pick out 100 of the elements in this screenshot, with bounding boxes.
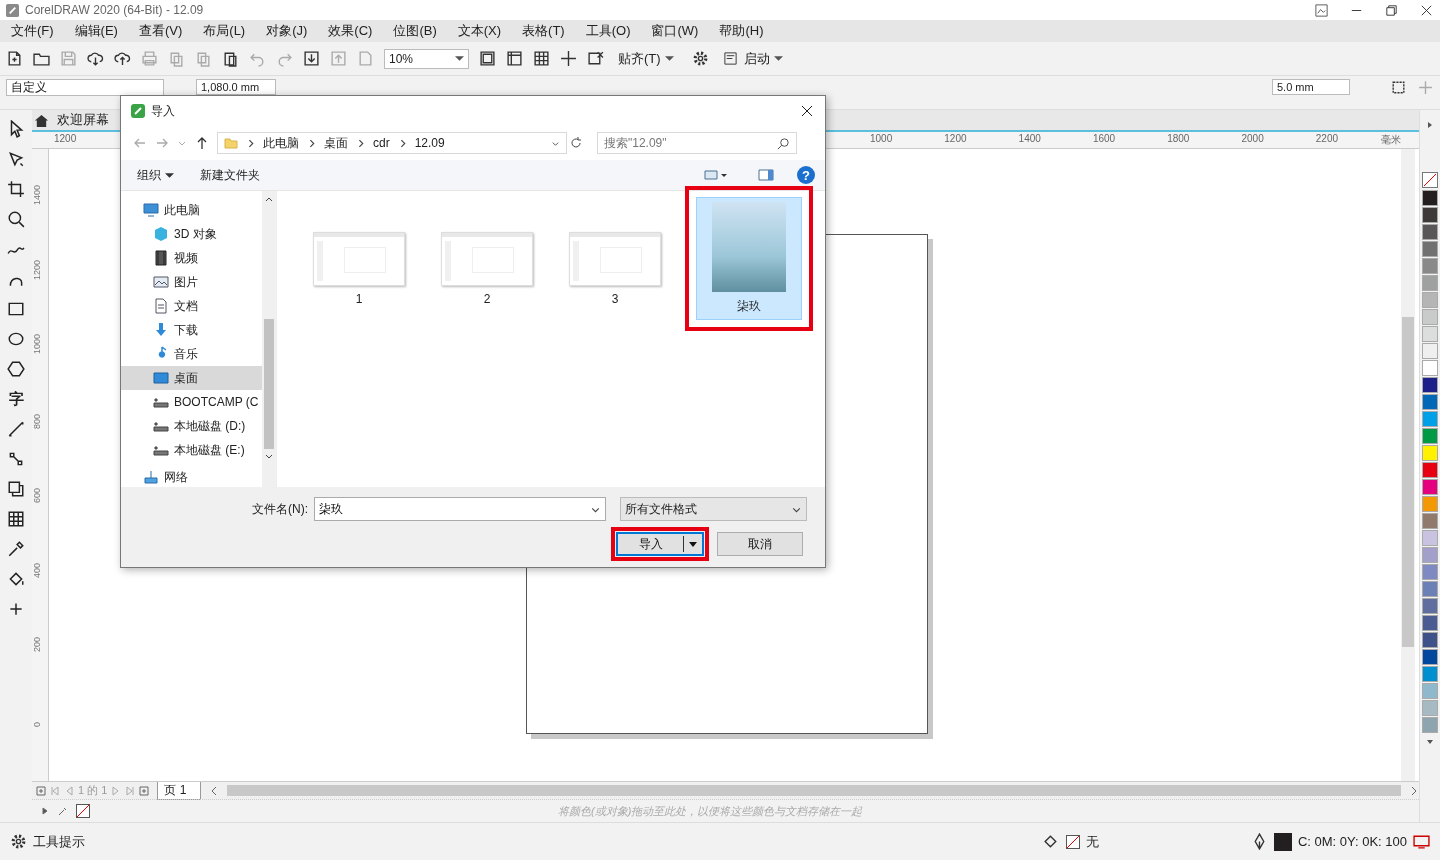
add-page-icon[interactable] — [139, 785, 150, 796]
help-button[interactable]: ? — [797, 166, 815, 184]
vertical-scrollbar[interactable] — [1401, 149, 1415, 781]
text-tool[interactable]: 字 — [8, 390, 24, 408]
close-icon[interactable] — [801, 105, 813, 117]
caret-icon[interactable] — [165, 170, 174, 180]
checker-icon[interactable] — [7, 510, 25, 528]
path-segment[interactable]: cdr — [373, 136, 390, 150]
menu-item[interactable]: 文本(X) — [452, 22, 512, 40]
color-swatch[interactable] — [1422, 275, 1438, 291]
shadow-icon[interactable] — [7, 480, 25, 498]
caret-icon[interactable] — [455, 54, 464, 63]
computer-icon[interactable] — [143, 202, 159, 218]
guidelines-icon[interactable] — [560, 50, 577, 67]
color-swatch[interactable] — [1422, 530, 1438, 546]
color-swatch[interactable] — [1422, 649, 1438, 665]
width-field[interactable]: 1,080.0 mm — [196, 79, 276, 95]
search-field[interactable]: 搜索"12.09" — [597, 132, 797, 154]
nav-item[interactable]: 文档 — [121, 294, 262, 318]
import-icon[interactable] — [303, 50, 320, 67]
horizontal-scrollbar[interactable] — [227, 785, 1401, 796]
color-swatch[interactable] — [1422, 598, 1438, 614]
color-swatch[interactable] — [1422, 445, 1438, 461]
restore-icon[interactable] — [1384, 2, 1399, 18]
menu-item[interactable]: 编辑(E) — [69, 22, 128, 40]
color-swatch[interactable] — [1422, 513, 1438, 529]
color-swatch[interactable] — [1422, 428, 1438, 444]
chevron-right-icon[interactable] — [356, 138, 365, 148]
paste-icon[interactable] — [222, 50, 239, 67]
color-swatch[interactable] — [1422, 717, 1438, 733]
new-folder-button[interactable]: 新建文件夹 — [196, 164, 264, 186]
path-segment[interactable]: 此电脑 — [263, 134, 299, 152]
tool-hints-label[interactable]: 工具提示 — [33, 832, 85, 851]
home-icon[interactable] — [34, 112, 49, 128]
color-swatch[interactable] — [1422, 700, 1438, 716]
nav-item[interactable]: 视频 — [121, 246, 262, 270]
settings-icon[interactable] — [691, 50, 709, 67]
menu-item[interactable]: 表格(T) — [517, 22, 575, 40]
network-icon[interactable] — [143, 469, 159, 485]
new-document-icon[interactable] — [6, 50, 23, 67]
no-color-swatch-icon[interactable] — [76, 804, 90, 818]
color-swatch[interactable] — [1422, 241, 1438, 257]
nav-item[interactable]: 本地磁盘 (D:) — [121, 414, 262, 438]
up-arrow-icon[interactable] — [195, 136, 209, 150]
address-bar[interactable]: 此电脑 桌面 cdr 12.09 — [217, 132, 567, 154]
bucket-icon[interactable] — [7, 570, 25, 588]
line-icon[interactable] — [7, 420, 25, 438]
preset-combo[interactable]: 自定义 — [6, 79, 164, 96]
full-screen-icon[interactable] — [479, 50, 496, 67]
file-item[interactable]: 2 — [437, 229, 537, 309]
caret-icon[interactable] — [664, 54, 674, 63]
path-segment[interactable]: 12.09 — [414, 136, 445, 150]
desktop-icon[interactable] — [153, 370, 169, 386]
file-item[interactable]: 3 — [565, 229, 665, 309]
snap-button[interactable]: 贴齐(T) — [614, 49, 682, 68]
caret-icon[interactable] — [688, 539, 698, 549]
color-swatch[interactable] — [1422, 309, 1438, 325]
menu-item[interactable]: 效果(C) — [323, 22, 383, 40]
polygon-icon[interactable] — [7, 360, 25, 378]
welcome-tab[interactable]: 欢迎屏幕 — [57, 111, 109, 129]
file-type-combo[interactable]: 所有文件格式 — [620, 497, 807, 521]
monitor-icon[interactable] — [1413, 833, 1430, 850]
menu-item[interactable]: 查看(V) — [133, 22, 193, 40]
download-icon[interactable] — [153, 322, 169, 338]
picture-icon[interactable] — [153, 274, 169, 290]
color-swatch[interactable] — [1422, 547, 1438, 563]
menu-item[interactable]: 工具(O) — [580, 22, 641, 40]
eyedropper-icon[interactable] — [7, 540, 25, 558]
rectangle-icon[interactable] — [7, 300, 25, 318]
color-swatch[interactable] — [1422, 190, 1438, 206]
import-button[interactable]: 导入 — [616, 532, 704, 556]
filename-field[interactable]: 柒玖 — [314, 497, 606, 521]
nav-item[interactable]: 网络 — [121, 465, 262, 489]
color-swatch[interactable] — [1422, 666, 1438, 682]
nudge-field[interactable]: 5.0 mm — [1272, 79, 1350, 95]
path-segment[interactable]: 桌面 — [324, 134, 348, 152]
nav-item[interactable]: 音乐 — [121, 342, 262, 366]
cloud-download-icon[interactable] — [87, 50, 104, 67]
nav-scrollbar[interactable] — [262, 191, 276, 487]
color-swatch[interactable] — [1422, 581, 1438, 597]
refresh-icon[interactable] — [569, 136, 583, 150]
color-swatch[interactable] — [1422, 258, 1438, 274]
color-swatch[interactable] — [1422, 411, 1438, 427]
launch-button[interactable]: 启动 — [718, 49, 791, 68]
file-item[interactable]: 柒玖 — [696, 197, 802, 320]
nav-item[interactable]: BOOTCAMP (C — [121, 390, 262, 414]
add-icon[interactable] — [7, 600, 25, 618]
document-icon[interactable] — [153, 298, 169, 314]
add-page-icon[interactable] — [36, 785, 46, 796]
chevron-right-icon[interactable] — [307, 138, 316, 148]
settings-icon[interactable] — [10, 833, 27, 850]
chevron-right-icon[interactable] — [246, 138, 255, 148]
rulers-icon[interactable] — [506, 50, 523, 67]
zoom-combo[interactable]: 10% — [384, 48, 469, 69]
shape-edit-icon[interactable] — [7, 150, 25, 168]
color-swatch[interactable] — [1422, 564, 1438, 580]
menu-item[interactable]: 布局(L) — [198, 22, 256, 40]
page-tab[interactable]: 页 1 — [157, 781, 202, 800]
cloud-upload-icon[interactable] — [114, 50, 131, 67]
panel-icon[interactable] — [722, 51, 738, 66]
